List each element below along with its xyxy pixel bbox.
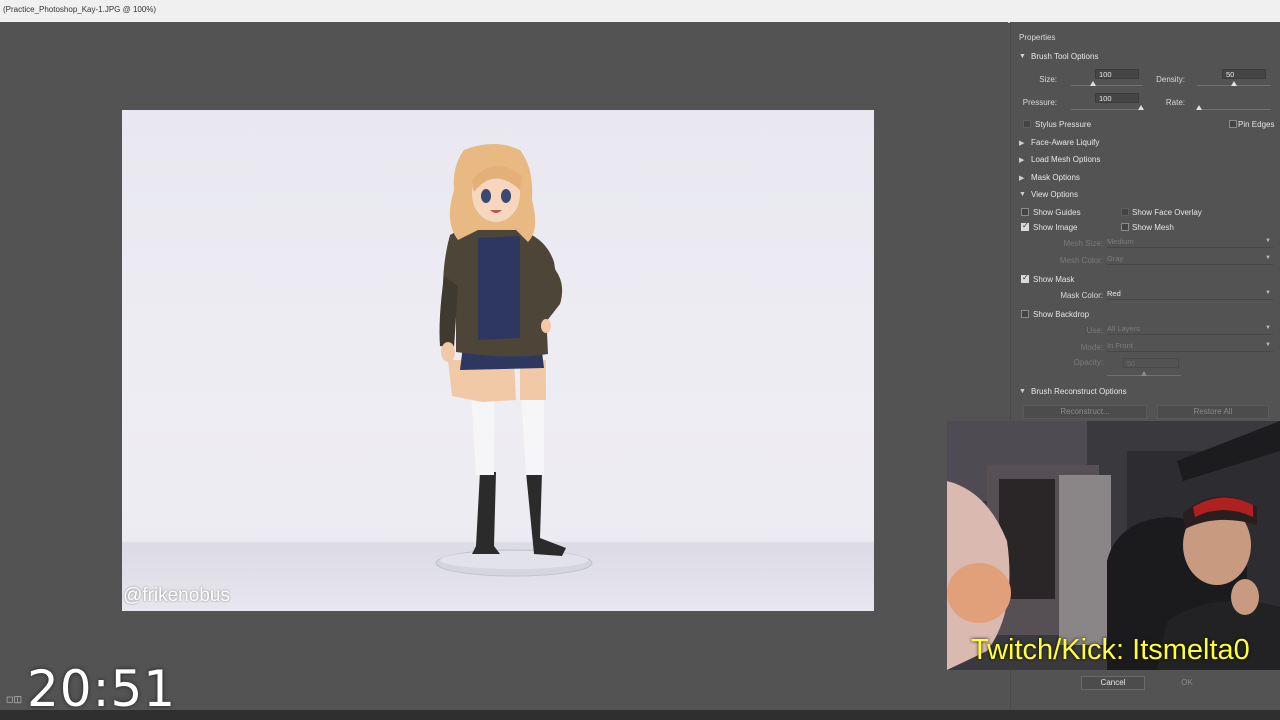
rate-label: Rate: <box>1165 98 1185 107</box>
panel-title: Properties <box>1019 33 1056 42</box>
stylus-pressure-label: Stylus Pressure <box>1035 120 1092 129</box>
show-backdrop-checkbox[interactable] <box>1021 310 1029 318</box>
mode-select[interactable]: In Front ▼ <box>1107 341 1273 352</box>
show-face-overlay-checkbox[interactable] <box>1121 208 1129 216</box>
chevron-down-icon: ▼ <box>1265 290 1271 296</box>
density-slider-handle[interactable] <box>1231 81 1237 86</box>
show-mask-label: Show Mask <box>1033 275 1075 284</box>
opacity-input[interactable]: 50 <box>1123 358 1179 368</box>
webcam-overlay: Twitch/Kick: Itsmelta0 <box>947 421 1280 670</box>
collapsed-triangle-icon: ▶ <box>1019 139 1025 147</box>
cancel-button[interactable]: Cancel <box>1081 676 1145 690</box>
mask-options-header[interactable]: ▶ Mask Options <box>1019 173 1080 182</box>
size-label: Size: <box>1039 75 1057 84</box>
title-bar: (Practice_Photoshop_Kay-1.JPG @ 100%) <box>0 0 1280 23</box>
show-image-label: Show Image <box>1033 223 1078 232</box>
grid-icon: ◫ <box>13 694 22 704</box>
show-guides-checkbox[interactable] <box>1021 208 1029 216</box>
pressure-slider[interactable] <box>1071 105 1144 110</box>
chevron-down-icon: ▼ <box>1265 325 1271 331</box>
brush-tool-options-header[interactable]: ▼ Brush Tool Options <box>1019 52 1098 61</box>
size-slider[interactable] <box>1071 81 1143 86</box>
density-input[interactable]: 50 <box>1222 69 1266 79</box>
opacity-label: Opacity: <box>1073 358 1103 367</box>
status-bar <box>0 710 1280 720</box>
density-slider[interactable] <box>1197 81 1271 86</box>
show-mesh-checkbox[interactable] <box>1121 223 1129 231</box>
pressure-input[interactable]: 100 <box>1095 93 1139 103</box>
rate-input[interactable] <box>1222 93 1266 103</box>
show-backdrop-label: Show Backdrop <box>1033 310 1090 319</box>
expanded-triangle-icon: ▼ <box>1019 388 1026 395</box>
image-canvas[interactable]: @frikenobus <box>122 110 874 611</box>
size-slider-handle[interactable] <box>1089 81 1096 86</box>
chevron-down-icon: ▼ <box>1265 342 1271 348</box>
chevron-down-icon: ▼ <box>1265 255 1271 261</box>
figurine-photo <box>435 144 593 577</box>
show-mask-checkbox[interactable] <box>1021 273 1029 283</box>
webcam-scene <box>947 421 1280 670</box>
brush-reconstruct-options-header[interactable]: ▼ Brush Reconstruct Options <box>1019 387 1127 396</box>
mesh-size-label: Mesh Size: <box>1063 239 1103 248</box>
use-label: Use: <box>1086 326 1103 335</box>
expanded-triangle-icon: ▼ <box>1019 53 1026 60</box>
opacity-slider[interactable] <box>1107 371 1181 376</box>
show-guides-label: Show Guides <box>1033 208 1081 217</box>
mesh-size-select[interactable]: Medium ▼ <box>1107 237 1273 248</box>
rate-slider-handle[interactable] <box>1196 105 1202 110</box>
view-options-header[interactable]: ▼ View Options <box>1019 190 1078 199</box>
collapsed-triangle-icon: ▶ <box>1019 156 1025 164</box>
expanded-triangle-icon: ▼ <box>1019 191 1026 198</box>
collapsed-triangle-icon: ▶ <box>1019 174 1025 182</box>
show-mesh-label: Show Mesh <box>1132 223 1174 232</box>
ok-button[interactable]: OK <box>1155 676 1219 690</box>
restore-all-button[interactable]: Restore All <box>1157 405 1269 419</box>
reconstruct-button[interactable]: Reconstruct... <box>1023 405 1147 419</box>
stylus-pressure-checkbox[interactable] <box>1023 120 1031 128</box>
mesh-color-label: Mesh Color: <box>1059 256 1103 265</box>
size-input[interactable]: 100 <box>1095 69 1139 79</box>
pressure-label: Pressure: <box>1022 98 1057 107</box>
load-mesh-options-header[interactable]: ▶ Load Mesh Options <box>1019 155 1100 164</box>
pressure-slider-handle[interactable] <box>1138 105 1144 110</box>
mesh-color-select[interactable]: Gray ▼ <box>1107 254 1273 265</box>
pin-edges-checkbox[interactable] <box>1229 120 1237 128</box>
watermark-text: @frikenobus <box>123 585 230 606</box>
show-face-overlay-label: Show Face Overlay <box>1132 208 1202 217</box>
face-aware-liquify-header[interactable]: ▶ Face-Aware Liquify <box>1019 138 1099 147</box>
window-title: (Practice_Photoshop_Kay-1.JPG @ 100%) <box>3 5 157 14</box>
pin-edges-label: Pin Edges <box>1238 120 1275 129</box>
rate-slider[interactable] <box>1196 105 1271 110</box>
mask-color-select[interactable]: Red ▼ <box>1107 289 1273 300</box>
stream-handle-text: Twitch/Kick: Itsmelta0 <box>971 634 1250 666</box>
use-select[interactable]: All Layers ▼ <box>1107 324 1273 335</box>
opacity-slider-handle[interactable] <box>1141 371 1147 376</box>
mask-color-label: Mask Color: <box>1060 291 1103 300</box>
status-icons: ◻◫ <box>6 694 22 705</box>
show-image-checkbox[interactable] <box>1021 221 1029 231</box>
chevron-down-icon: ▼ <box>1265 238 1271 244</box>
mode-label: Mode: <box>1080 343 1103 352</box>
density-label: Density: <box>1156 75 1185 84</box>
